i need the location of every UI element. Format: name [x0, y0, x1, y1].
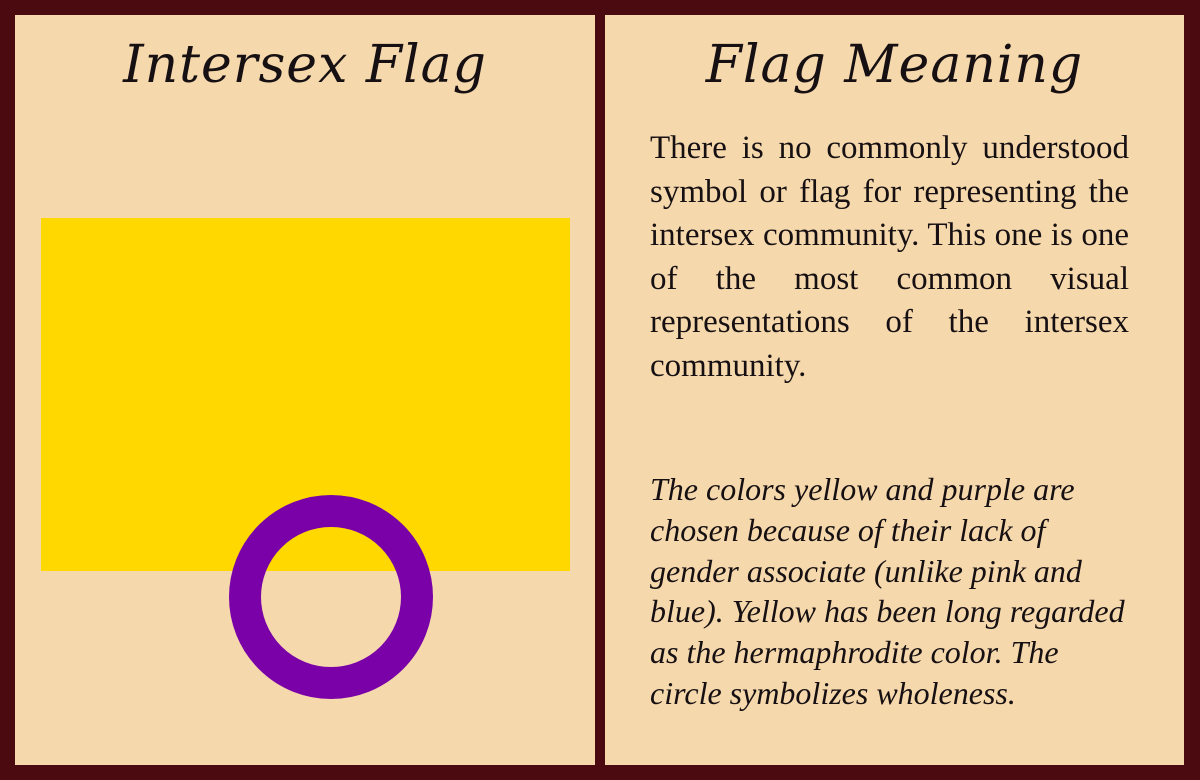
meaning-panel-title: Flag Meaning	[705, 35, 1084, 95]
flag-panel-title: Intersex Flag	[123, 35, 487, 95]
color-note-paragraph: The colors yellow and purple are chosen …	[650, 471, 1125, 711]
meaning-paragraph: There is no commonly understood symbol o…	[650, 130, 1129, 384]
intersex-flag	[41, 218, 570, 699]
page-frame: Intersex Flag Flag Meaning There is no c…	[0, 0, 1200, 780]
flag-panel: Intersex Flag	[15, 15, 595, 765]
flag-ring-icon	[229, 495, 433, 699]
meaning-panel: Flag Meaning There is no commonly unders…	[605, 15, 1184, 765]
